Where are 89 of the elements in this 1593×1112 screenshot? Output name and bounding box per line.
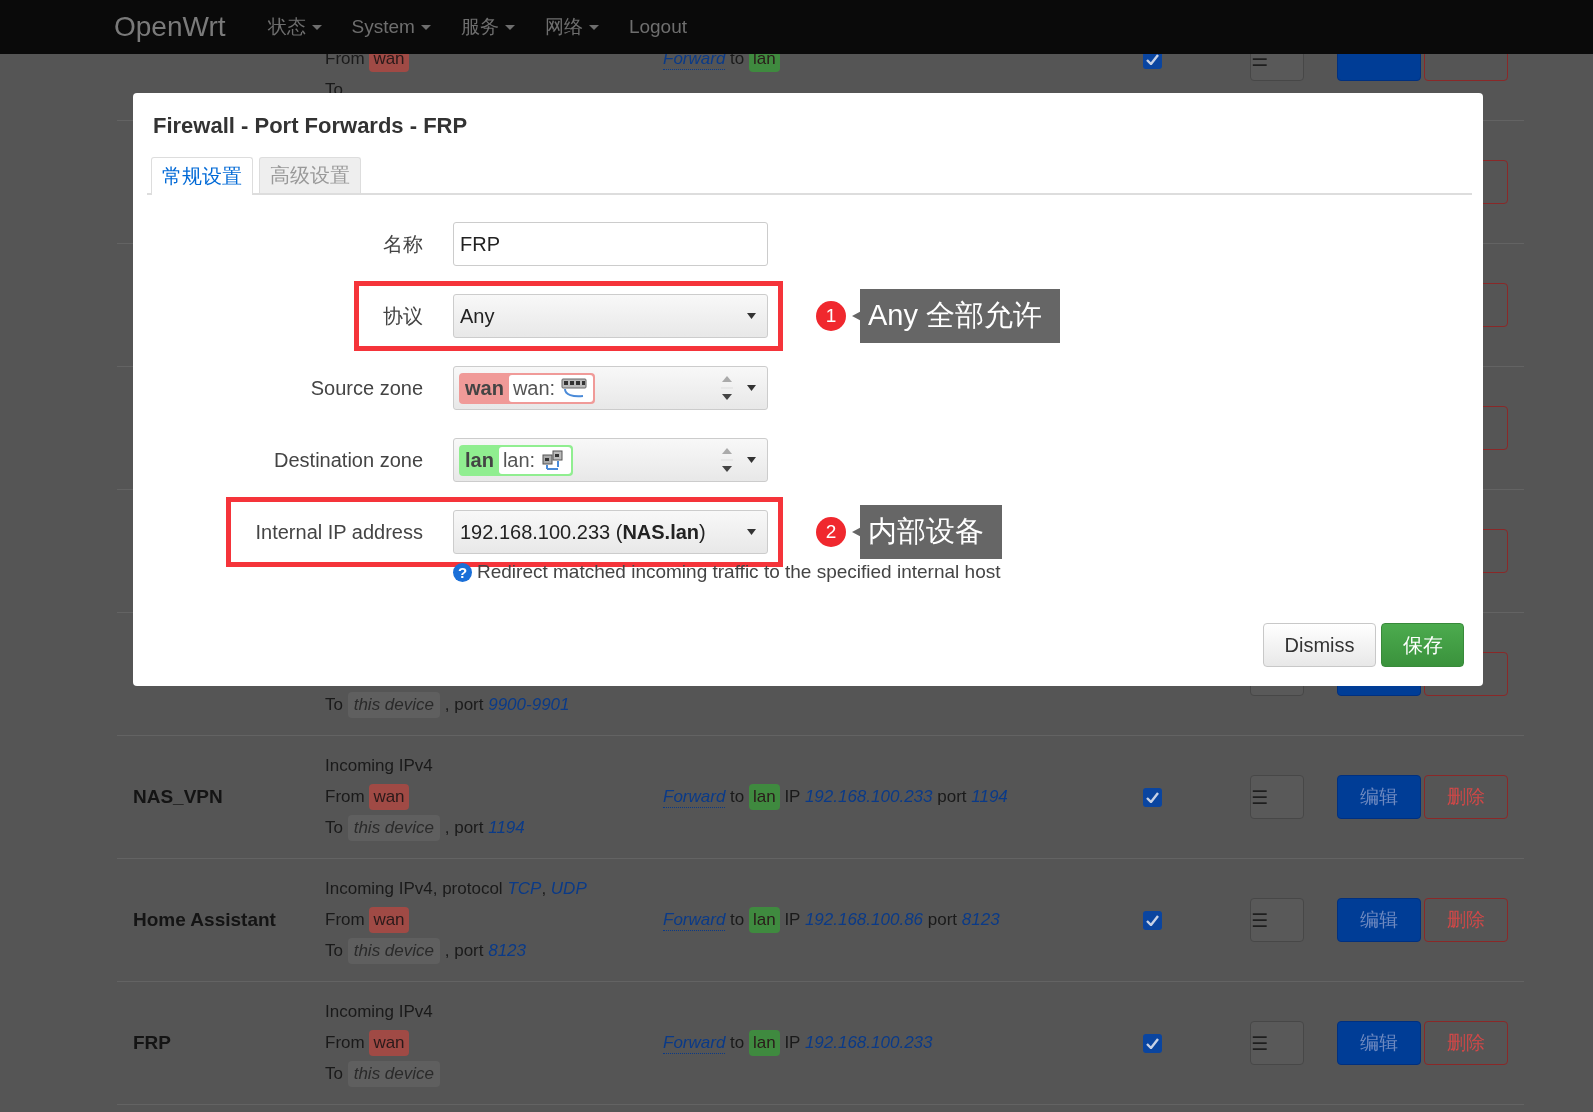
nav-menu-item[interactable]: 状态 [267, 14, 306, 40]
edit-button[interactable]: 编辑 [1337, 898, 1421, 942]
rule-text: to [729, 49, 746, 69]
tab[interactable]: 高级设置 [259, 157, 361, 193]
rule-text: To [325, 695, 344, 715]
rule-value: UDP [550, 879, 587, 899]
zone-select[interactable]: wan wan: [453, 366, 768, 410]
zone-name: lan [465, 448, 494, 472]
menu-button[interactable]: ☰ [1250, 1021, 1304, 1065]
rule-text: To [325, 818, 344, 838]
rule-text: To [325, 1064, 344, 1084]
network-ports-icon [561, 377, 588, 399]
select-field[interactable]: Any [453, 294, 768, 338]
rule-value: 192.168.100.86 [804, 910, 924, 930]
rule-text: , port [443, 818, 485, 838]
menu-button[interactable]: ☰ [1250, 775, 1304, 819]
rule-value: 1194 [488, 818, 525, 838]
rule-text: Incoming IPv4 [325, 756, 433, 776]
network-devices-icon [541, 449, 566, 471]
callout: 内部设备 [852, 505, 1002, 559]
field-label: Internal IP address [255, 520, 424, 544]
rule-text: From [325, 787, 366, 807]
rule-text: to [729, 910, 746, 930]
menu-button[interactable]: ☰ [1250, 898, 1304, 942]
zone-label: wan: [512, 376, 556, 400]
tab[interactable]: 常规设置 [151, 157, 253, 195]
rule-text: From [325, 1033, 366, 1053]
rule-value: 8123 [961, 910, 1000, 930]
rule-text: port [926, 910, 959, 930]
rule-value: 192.168.100.233 [804, 787, 933, 807]
rule-name: Home Assistant [133, 909, 276, 930]
rule-text: to [729, 787, 746, 807]
nav-menu-item[interactable]: System [351, 16, 415, 38]
rule-value: 9900-9901 [488, 695, 570, 715]
zone-select[interactable]: lan lan: [453, 438, 768, 482]
field-label: Source zone [310, 376, 424, 400]
enable-checkbox[interactable] [1143, 787, 1162, 807]
field-label: 名称 [383, 231, 424, 257]
zone-badge: wan [369, 784, 409, 810]
zone-badge: lan [749, 907, 780, 933]
save-button[interactable]: 保存 [1381, 623, 1464, 667]
brand-logo[interactable]: OpenWrt [114, 11, 226, 43]
rule-name: NAS_VPN [133, 786, 223, 807]
nav-menu-item[interactable]: 网络 [544, 14, 583, 40]
help-text: Redirect matched incoming traffic to the specified internal host [477, 561, 1001, 583]
zone-badge: lan [749, 784, 780, 810]
caret-icon [747, 529, 756, 535]
rule-text: From [325, 910, 366, 930]
rule-text: IP [783, 787, 802, 807]
rule-text: Incoming IPv4, protocol [325, 879, 504, 899]
rule-name: FRP [133, 1032, 171, 1053]
rule-text: , port [443, 941, 485, 961]
rule-text: , [541, 879, 548, 899]
step-number: 2 [816, 517, 846, 547]
step-number: 1 [816, 301, 846, 331]
rule-text: IP [783, 910, 802, 930]
zone-badge: wan [369, 1030, 409, 1056]
enable-checkbox[interactable] [1143, 1033, 1162, 1053]
zone-name: wan [465, 376, 504, 400]
rule-value: 1194 [971, 787, 1008, 807]
field-label: Destination zone [274, 448, 424, 472]
caret-icon [747, 385, 756, 391]
rule-text: To [325, 941, 344, 961]
nav-menu-item[interactable]: Logout [628, 16, 687, 38]
rule-text: to [729, 1033, 746, 1053]
edit-button[interactable]: 编辑 [1337, 775, 1421, 819]
nav-menu-item[interactable]: 服务 [460, 14, 499, 40]
zone-badge: wan [369, 907, 409, 933]
rule-text: IP [783, 1033, 802, 1053]
zone-badge: lan [749, 1030, 780, 1056]
edit-button[interactable]: 编辑 [1337, 1021, 1421, 1065]
field-label: 协议 [383, 303, 424, 329]
rule-value: 8123 [488, 941, 527, 961]
select-field[interactable]: 192.168.100.233 (NAS.lan) [453, 510, 768, 554]
rule-text: , port [443, 695, 485, 715]
rule-value: 192.168.100.233 [804, 1033, 933, 1053]
dismiss-button[interactable]: Dismiss [1263, 623, 1376, 667]
zone-label: lan: [502, 448, 536, 472]
caret-icon [747, 313, 756, 319]
caret-icon [747, 457, 756, 463]
rule-text: Incoming IPv4 [325, 1002, 433, 1022]
spinner-icon [721, 374, 733, 402]
modal-title: Firewall - Port Forwards - FRP [153, 112, 469, 140]
enable-checkbox[interactable] [1143, 910, 1162, 930]
rule-text: port [936, 787, 968, 807]
callout: Any 全部允许 [852, 289, 1061, 343]
name-field[interactable]: FRP [453, 222, 768, 266]
rule-value: TCP [507, 879, 542, 899]
spinner-icon [721, 446, 733, 474]
